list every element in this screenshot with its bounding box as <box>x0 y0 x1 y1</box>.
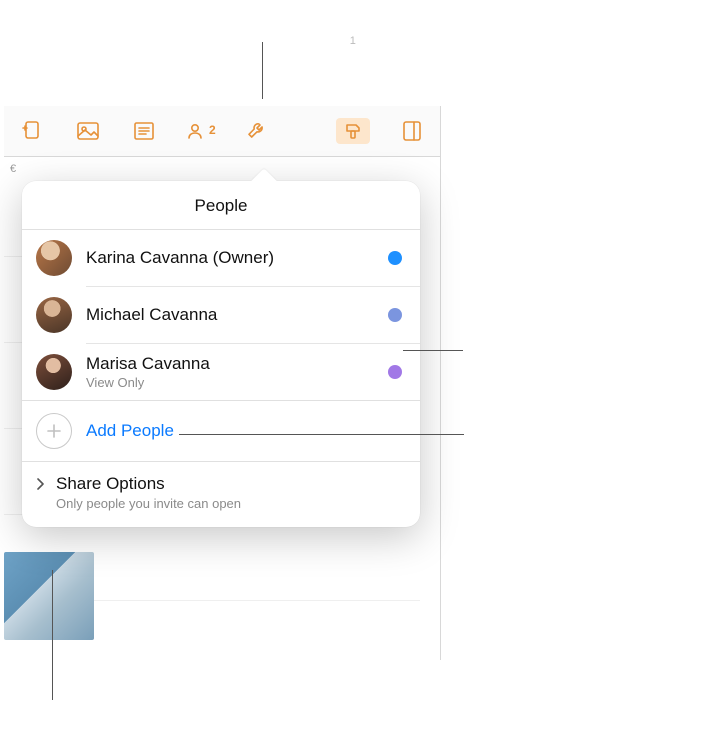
person-name: Michael Cavanna <box>86 305 374 325</box>
format-brush-button[interactable] <box>336 118 370 144</box>
avatar <box>36 354 72 390</box>
toolbar: 2 <box>4 106 441 156</box>
document-outline-icon[interactable] <box>130 117 158 145</box>
share-options-subtitle: Only people you invite can open <box>56 496 241 511</box>
plus-icon <box>36 413 72 449</box>
sidebar-toggle-icon[interactable] <box>398 117 426 145</box>
insert-media-icon[interactable] <box>74 117 102 145</box>
callout-line <box>262 42 263 99</box>
popover-title: People <box>22 181 420 229</box>
person-row[interactable]: Marisa Cavanna View Only <box>22 344 420 400</box>
share-options-button[interactable]: Share Options Only people you invite can… <box>22 462 420 527</box>
collaboration-button[interactable]: 2 <box>186 117 214 145</box>
presence-dot <box>388 365 402 379</box>
person-row[interactable]: Michael Cavanna <box>22 287 420 343</box>
presence-dot <box>388 251 402 265</box>
avatar <box>36 297 72 333</box>
avatar <box>36 240 72 276</box>
share-options-title: Share Options <box>56 474 241 494</box>
person-row[interactable]: Karina Cavanna (Owner) <box>22 230 420 286</box>
person-permission-label: View Only <box>86 375 374 390</box>
presence-dot <box>388 308 402 322</box>
callout-line <box>403 350 463 351</box>
document-image-thumbnail <box>4 552 94 640</box>
ruler-bar: € <box>4 156 441 180</box>
people-popover: People Karina Cavanna (Owner) Michael Ca… <box>22 181 420 527</box>
ruler-cell: € <box>10 163 80 175</box>
callout-line <box>179 434 464 435</box>
collab-count-badge: 2 <box>209 123 216 137</box>
chevron-right-icon <box>36 474 46 511</box>
person-name: Karina Cavanna (Owner) <box>86 248 374 268</box>
add-people-label: Add People <box>86 421 174 441</box>
add-people-button[interactable]: Add People <box>22 401 420 461</box>
person-name: Marisa Cavanna <box>86 354 374 374</box>
page-hint: 1 <box>350 35 356 47</box>
add-page-icon[interactable] <box>18 117 46 145</box>
tools-icon[interactable] <box>242 117 270 145</box>
callout-line <box>52 570 53 700</box>
